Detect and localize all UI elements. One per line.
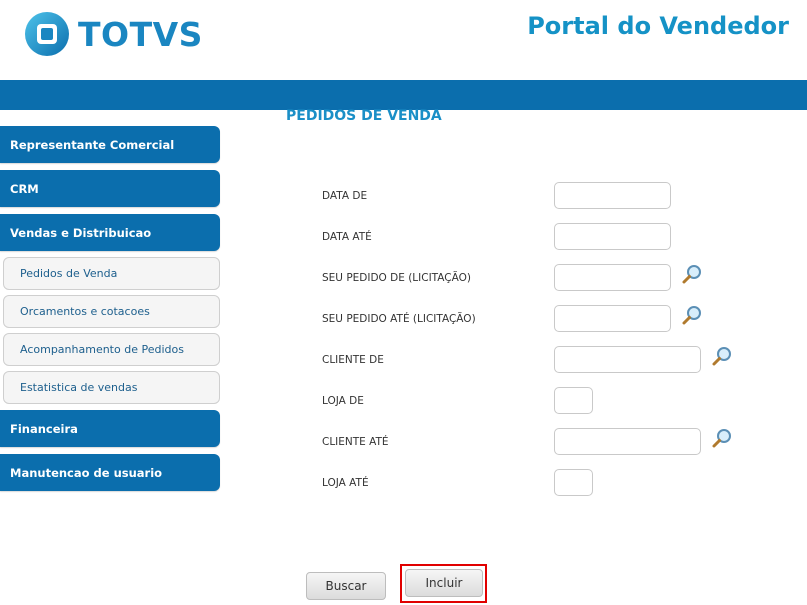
sidebar-item-manutencao-usuario[interactable]: Manutencao de usuario xyxy=(0,454,220,491)
loja-ate-input[interactable] xyxy=(554,469,593,496)
sidebar-subitem-orcamentos-cotacoes[interactable]: Orcamentos e cotacoes xyxy=(3,295,220,328)
sidebar-subitem-label: Acompanhamento de Pedidos xyxy=(20,343,184,356)
loja-ate-label: LOJA ATÉ xyxy=(322,477,369,489)
magnifier-icon[interactable] xyxy=(681,263,703,285)
sidebar-item-label: Manutencao de usuario xyxy=(10,465,163,480)
seu-pedido-ate-input[interactable] xyxy=(554,305,671,332)
sidebar-subitem-label: Estatistica de vendas xyxy=(20,381,138,394)
data-ate-input[interactable] xyxy=(554,223,671,250)
buscar-button[interactable]: Buscar xyxy=(306,572,386,600)
cliente-ate-label: CLIENTE ATÉ xyxy=(322,436,389,448)
cliente-ate-input[interactable] xyxy=(554,428,701,455)
cliente-de-input[interactable] xyxy=(554,346,701,373)
sidebar-item-financeira[interactable]: Financeira xyxy=(0,410,220,447)
seu-pedido-ate-label: SEU PEDIDO ATÉ (LICITAÇÃO) xyxy=(322,313,476,325)
seu-pedido-de-input[interactable] xyxy=(554,264,671,291)
magnifier-icon[interactable] xyxy=(711,345,733,367)
sidebar-item-label: Representante Comercial xyxy=(10,137,175,152)
sidebar-subitem-pedidos-de-venda[interactable]: Pedidos de Venda xyxy=(3,257,220,290)
loja-de-label: LOJA DE xyxy=(322,395,364,407)
magnifier-icon[interactable] xyxy=(681,304,703,326)
data-de-input[interactable] xyxy=(554,182,671,209)
sidebar-item-crm[interactable]: CRM xyxy=(0,170,220,207)
magnifier-icon[interactable] xyxy=(711,427,733,449)
cliente-de-label: CLIENTE DE xyxy=(322,354,384,366)
sidebar-subitem-label: Pedidos de Venda xyxy=(20,267,118,280)
totvs-logo-icon xyxy=(25,12,69,56)
incluir-button[interactable]: Incluir xyxy=(405,569,483,597)
sidebar-subitem-acompanhamento-pedidos[interactable]: Acompanhamento de Pedidos xyxy=(3,333,220,366)
sidebar-item-label: CRM xyxy=(10,181,39,196)
sidebar-item-representante-comercial[interactable]: Representante Comercial xyxy=(0,126,220,163)
seu-pedido-de-label: SEU PEDIDO DE (LICITAÇÃO) xyxy=(322,272,471,284)
page-title: PEDIDOS DE VENDA xyxy=(286,108,442,124)
data-ate-label: DATA ATÉ xyxy=(322,231,372,243)
sidebar-item-label: Vendas e Distribuicao xyxy=(10,225,152,240)
sidebar-item-vendas-distribuicao[interactable]: Vendas e Distribuicao xyxy=(0,214,220,251)
loja-de-input[interactable] xyxy=(554,387,593,414)
sidebar-subitem-label: Orcamentos e cotacoes xyxy=(20,305,150,318)
data-de-label: DATA DE xyxy=(322,190,368,202)
portal-title: Portal do Vendedor xyxy=(527,12,789,40)
totvs-logo: TOTVS xyxy=(24,11,203,57)
brand-name: TOTVS xyxy=(78,14,203,54)
sidebar-subitem-estatistica-vendas[interactable]: Estatistica de vendas xyxy=(3,371,220,404)
sidebar-item-label: Financeira xyxy=(10,421,78,436)
top-bar xyxy=(0,80,807,110)
